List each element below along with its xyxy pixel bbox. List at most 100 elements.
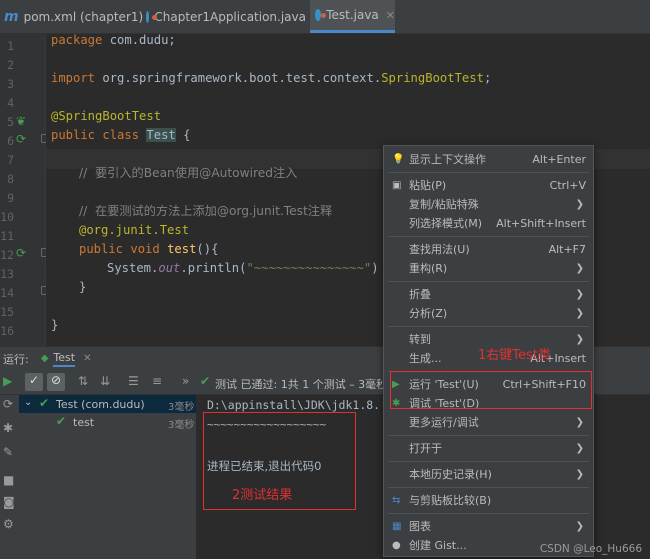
run-label: 运行: (3, 352, 29, 366)
menu-item-paste[interactable]: ▣ 粘贴(P) Ctrl+V (384, 176, 593, 195)
code-line-13: System.out.println("~~~~~~~~~~~~~~~") (107, 261, 379, 275)
menu-item-column-selection[interactable]: 列选择模式(M) Alt+Shift+Insert (384, 214, 593, 233)
class-name-test: Test (146, 128, 176, 142)
debug-icon: ✱ (392, 398, 401, 409)
show-ignored-icon[interactable]: ⊘ (47, 373, 65, 391)
run-side-toolbar: ⟳ ✱ ✎ ■ ◙ ⚙ (0, 395, 19, 559)
show-passed-icon[interactable]: ✓ (25, 373, 43, 391)
sort-alpha-icon[interactable]: ⇅ (78, 374, 88, 388)
sort-duration-icon[interactable]: ⇊ (100, 374, 110, 388)
settings-icon[interactable]: ✎ (3, 445, 13, 459)
bulb-icon: 💡 (392, 154, 405, 165)
close-icon[interactable]: ✕ (83, 353, 91, 364)
tab-test-java[interactable]: Test.java ✕ (310, 0, 395, 33)
debug-icon[interactable]: ✱ (3, 421, 13, 435)
line-number: 8 (7, 172, 14, 186)
menu-separator (388, 172, 589, 173)
tree-child-time: 3毫秒 (168, 420, 195, 431)
menu-item-show-context-actions[interactable]: 💡 显示上下文操作 Alt+Enter (384, 150, 593, 169)
code-line-1: package com.dudu; (51, 34, 176, 47)
line-number: 14 (0, 286, 14, 300)
menu-item-debug-test[interactable]: ✱ 调试 'Test'(D) (384, 394, 593, 413)
spring-bean-icon[interactable]: ❦ (16, 114, 26, 128)
menu-item-refactor[interactable]: 重构(R) ❯ (384, 259, 593, 278)
code-line-10: // 在要测试的方法上添加@org.junit.Test注释 (79, 204, 333, 218)
tab-chapter1application[interactable]: Chapter1Application.java (146, 0, 306, 33)
chevron-right-icon: ❯ (575, 199, 584, 210)
code-line-12: public void test(){ (79, 242, 219, 256)
line-number: 11 (0, 229, 14, 243)
line-number: 9 (7, 191, 14, 205)
chevron-down-icon[interactable]: ⌄ (24, 397, 32, 408)
menu-separator (388, 487, 589, 488)
line-number: 2 (7, 58, 14, 72)
camera-icon[interactable]: ⟳ (3, 397, 13, 411)
watermark: CSDN @Leo_Hu666 (539, 543, 642, 555)
tab-pom-xml[interactable]: m pom.xml (chapter1) (4, 0, 143, 33)
passed-check-icon: ✔ (56, 414, 67, 428)
chevron-right-icon: ❯ (575, 308, 584, 319)
chevron-right-icon: ❯ (575, 521, 584, 532)
code-line-11: @org.junit.Test (79, 223, 190, 237)
menu-item-analyze[interactable]: 分析(Z) ❯ (384, 304, 593, 323)
chevron-right-icon: ❯ (575, 469, 584, 480)
run-config-icon: ◆ (40, 353, 49, 364)
tree-child-label[interactable]: test (73, 416, 94, 429)
line-number: 15 (0, 305, 14, 319)
menu-separator (388, 435, 589, 436)
menu-item-folding[interactable]: 折叠 ❯ (384, 285, 593, 304)
line-number: 4 (7, 96, 14, 110)
chevron-right-icon: ❯ (575, 417, 584, 428)
screenshot-icon[interactable]: ◙ (3, 495, 15, 509)
run-test-gutter-icon[interactable]: ⟳ (16, 246, 26, 260)
line-number: 7 (7, 153, 14, 167)
code-line-14: } (79, 280, 87, 294)
rerun-icon[interactable]: ▶ (3, 374, 12, 388)
line-number-gutter: 1 2 3 4 5 6 7 8 9 10 11 12 13 14 15 16 ❦… (0, 34, 48, 346)
menu-item-diagrams[interactable]: ▦ 图表 ❯ (384, 517, 593, 536)
collapse-all-icon[interactable]: ≡ (152, 374, 162, 388)
chevron-right-icon: ❯ (575, 263, 584, 274)
annotation-test-result: 2测试结果 (232, 488, 293, 503)
menu-item-copy-paste-special[interactable]: 复制/粘贴特殊 ❯ (384, 195, 593, 214)
code-line-6: public class Test { (51, 128, 191, 142)
code-line-5: @SpringBootTest (51, 109, 162, 123)
passed-check-icon: ✔ (39, 396, 50, 410)
menu-item-local-history[interactable]: 本地历史记录(H) ❯ (384, 465, 593, 484)
stop-icon[interactable]: ■ (3, 473, 14, 487)
more-icon[interactable]: » (182, 374, 189, 388)
run-tab-test[interactable]: Test (53, 351, 76, 367)
code-line-16: } (51, 318, 59, 332)
code-line-3: import org.springframework.boot.test.con… (51, 71, 492, 85)
line-number: 13 (0, 267, 14, 281)
chevron-right-icon: ❯ (575, 289, 584, 300)
line-number: 6 (7, 134, 14, 148)
menu-item-find-usages[interactable]: 查找用法(U) Alt+F7 (384, 240, 593, 259)
menu-item-more-run-debug[interactable]: 更多运行/调试 ❯ (384, 413, 593, 432)
menu-item-open-in[interactable]: 打开于 ❯ (384, 439, 593, 458)
test-results-tree: ⌄ ✔ Test (com.dudu) 3毫秒 ✔ test 3毫秒 (19, 395, 197, 559)
gear-icon[interactable]: ⚙ (3, 517, 14, 531)
menu-item-run-test[interactable]: ▶ 运行 'Test'(U) Ctrl+Shift+F10 (384, 375, 593, 394)
line-number: 12 (0, 248, 14, 262)
close-icon[interactable]: ✕ (386, 9, 395, 22)
chevron-right-icon: ❯ (575, 334, 584, 345)
editor-tab-bar: m pom.xml (chapter1) Chapter1Application… (0, 0, 650, 34)
tab-label: pom.xml (chapter1) (23, 9, 144, 24)
run-test-gutter-icon[interactable]: ⟳ (16, 132, 26, 146)
run-icon: ▶ (392, 379, 400, 390)
class-icon (315, 9, 327, 21)
line-number: 10 (0, 210, 14, 224)
class-icon (146, 10, 159, 23)
tree-root-label[interactable]: Test (com.dudu) (56, 398, 145, 411)
test-status: 测试 已通过: 1共 1 个测试 – 3毫秒 (215, 378, 388, 391)
diagram-icon: ▦ (392, 521, 402, 532)
code-line-8: // 要引入的Bean使用@Autowired注入 (79, 166, 298, 180)
line-number: 5 (7, 115, 14, 129)
console-exit-message: 进程已结束,退出代码0 (207, 459, 322, 473)
tab-label: Test.java (326, 8, 379, 22)
expand-all-icon[interactable]: ☰ (128, 374, 139, 388)
menu-separator (388, 371, 589, 372)
passed-check-icon: ✔ (200, 374, 211, 388)
menu-item-compare-clipboard[interactable]: ⇆ 与剪贴板比较(B) (384, 491, 593, 510)
